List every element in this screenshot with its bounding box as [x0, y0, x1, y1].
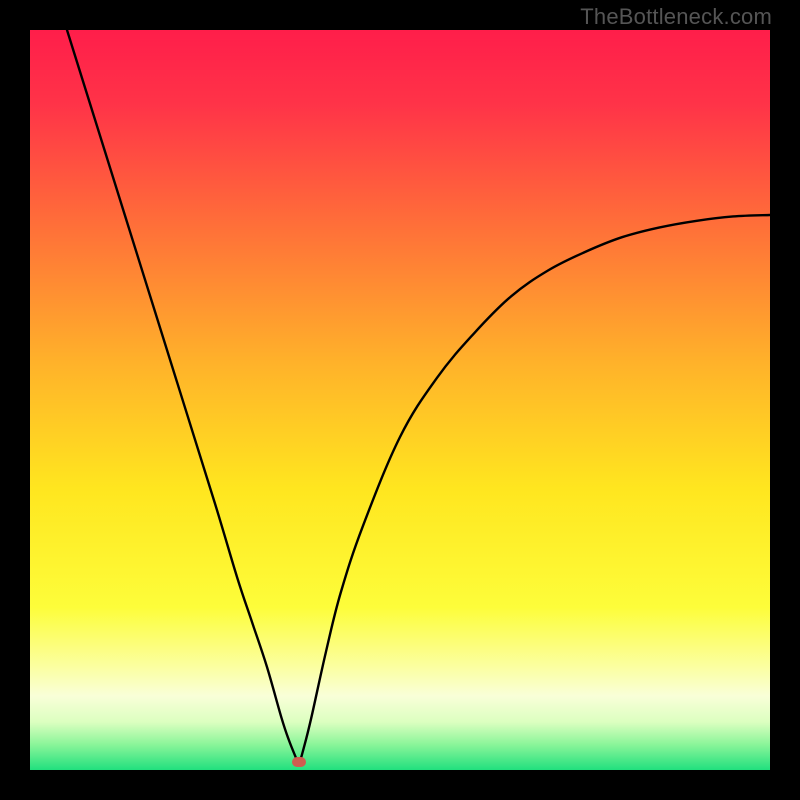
- bottleneck-curve: [67, 30, 770, 765]
- optimum-marker: [292, 757, 306, 767]
- chart-frame: TheBottleneck.com: [0, 0, 800, 800]
- watermark-text: TheBottleneck.com: [580, 4, 772, 30]
- plot-area: [30, 30, 770, 770]
- curve-layer: [30, 30, 770, 770]
